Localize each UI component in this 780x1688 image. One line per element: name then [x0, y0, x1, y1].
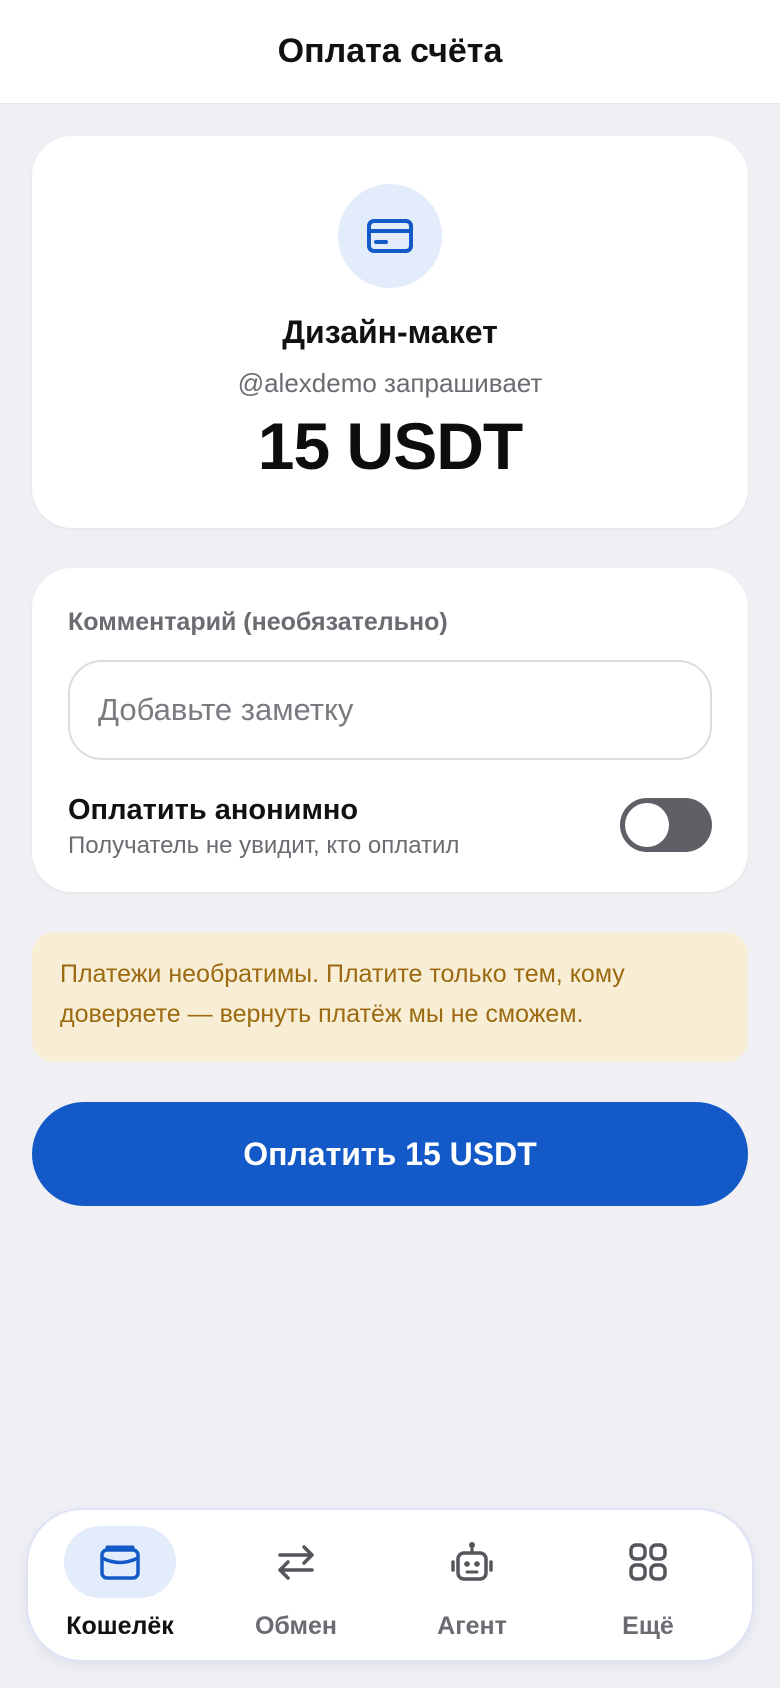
comment-input[interactable]	[68, 660, 712, 760]
tab-agent[interactable]: Агент	[384, 1510, 560, 1664]
toggle-knob	[625, 803, 669, 847]
comment-label: Комментарий (необязательно)	[68, 608, 448, 636]
tab-more[interactable]: Ещё	[560, 1510, 736, 1664]
swap-arrows-icon	[278, 1545, 314, 1580]
tab-agent-label: Агент	[437, 1612, 507, 1640]
invoice-icon-badge	[338, 184, 442, 288]
invoice-requester: @alexdemo запрашивает	[237, 368, 543, 398]
credit-card-icon	[367, 219, 413, 253]
tab-agent-icon-wrap	[416, 1526, 528, 1598]
tab-wallet-icon-wrap	[64, 1526, 176, 1598]
bottom-tab-bar: Кошелёк Обмен Агент Ещё	[26, 1508, 754, 1662]
anonymous-subtitle: Получатель не увидит, кто оплатил	[68, 832, 460, 859]
anonymous-toggle[interactable]	[620, 798, 712, 852]
grid-icon	[629, 1543, 667, 1581]
invoice-amount: 15 USDT	[257, 409, 523, 483]
tab-more-icon-wrap	[592, 1526, 704, 1598]
pay-button[interactable]: Оплатить 15 USDT	[32, 1102, 748, 1206]
tab-wallet-label: Кошелёк	[66, 1612, 174, 1640]
irreversible-warning: Платежи необратимы. Платите только тем, …	[32, 932, 748, 1062]
invoice-payment-screen: Оплата счёта Дизайн-макет @alexdemo запр…	[0, 0, 780, 1688]
robot-icon	[451, 1542, 493, 1581]
wallet-icon	[100, 1545, 140, 1580]
comment-card: Комментарий (необязательно) Оплатить ано…	[32, 568, 748, 892]
tab-exchange-label: Обмен	[254, 1612, 338, 1640]
header: Оплата счёта	[0, 0, 780, 104]
invoice-title: Дизайн-макет	[282, 314, 498, 350]
tab-wallet[interactable]: Кошелёк	[32, 1510, 208, 1664]
anonymous-title: Оплатить анонимно	[68, 794, 359, 826]
tab-more-label: Ещё	[622, 1612, 674, 1640]
invoice-card: Дизайн-макет @alexdemo запрашивает 15 US…	[32, 136, 748, 528]
tab-exchange[interactable]: Обмен	[208, 1510, 384, 1664]
page-title: Оплата счёта	[277, 32, 503, 70]
tab-exchange-icon-wrap	[240, 1526, 352, 1598]
